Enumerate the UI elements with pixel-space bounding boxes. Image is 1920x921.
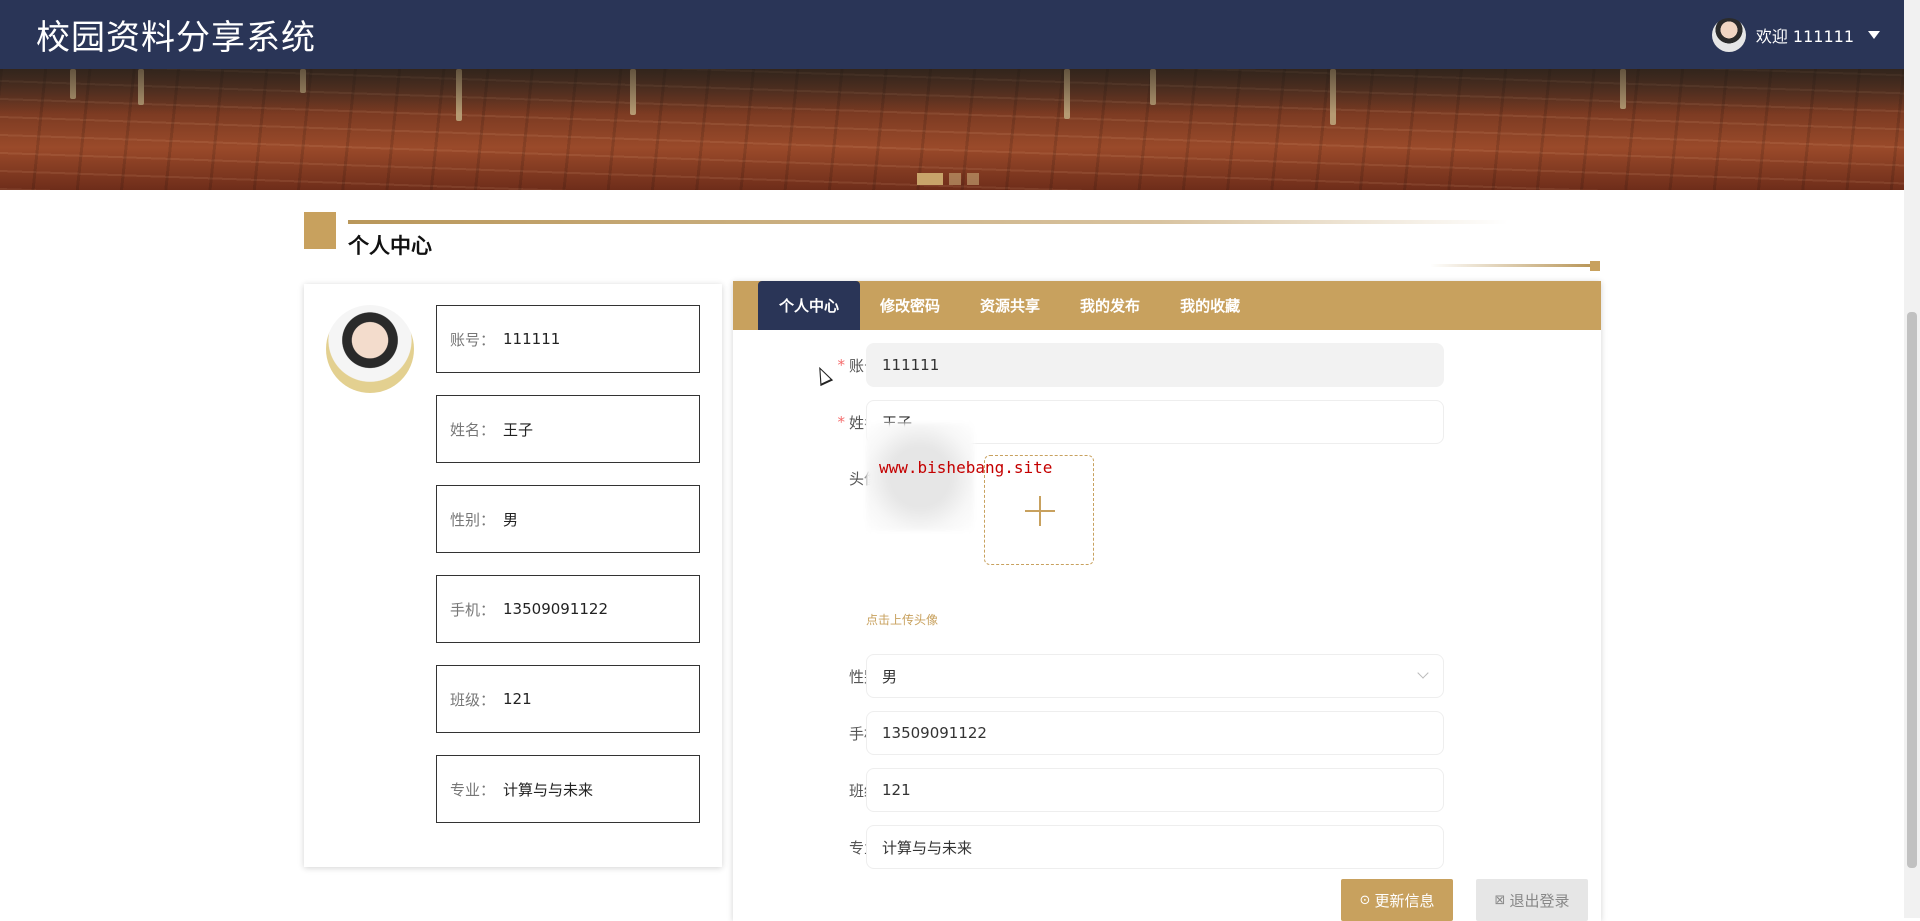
form-row-phone: 手机: [733, 711, 1601, 755]
page-title: 个人中心: [348, 234, 432, 258]
tab-profile[interactable]: 个人中心: [758, 281, 861, 330]
info-value: 13509091122: [503, 600, 608, 618]
carousel-indicators: [917, 173, 979, 185]
profile-info-account: 账号： 111111: [436, 305, 700, 373]
form-row-class: 班级: [733, 768, 1601, 812]
banner-decoration: [456, 69, 462, 121]
check-circle-icon: ⊙: [1359, 892, 1371, 908]
major-input[interactable]: [866, 825, 1444, 869]
class-input[interactable]: [866, 768, 1444, 812]
welcome-text: 欢迎 111111: [1755, 26, 1854, 46]
banner-decoration: [138, 69, 144, 105]
info-key: 账号：: [450, 330, 496, 349]
form-row-name: * 姓名: [733, 400, 1601, 444]
profile-avatar: [326, 305, 414, 393]
account-input[interactable]: [866, 343, 1444, 387]
avatar-preview: [866, 423, 974, 531]
user-avatar: [1711, 17, 1746, 52]
tab-change-password[interactable]: 修改密码: [860, 281, 960, 330]
plus-icon: [1039, 496, 1041, 526]
logout-button[interactable]: ⊠ 退出登录: [1476, 879, 1588, 921]
app-title: 校园资料分享系统: [36, 18, 316, 58]
heading-divider: [348, 220, 1508, 224]
page-scrollbar[interactable]: [1904, 0, 1920, 918]
profile-info-name: 姓名： 王子: [436, 395, 700, 463]
required-mark: *: [837, 356, 845, 374]
phone-input[interactable]: [866, 711, 1444, 755]
carousel-dot[interactable]: [967, 173, 979, 185]
heading-decoration: [1590, 261, 1600, 271]
tab-my-favorites[interactable]: 我的收藏: [1160, 281, 1260, 330]
carousel-dot[interactable]: [917, 173, 943, 185]
banner-carousel: [0, 69, 1904, 190]
scrollbar-thumb[interactable]: [1907, 312, 1917, 868]
carousel-dot[interactable]: [949, 173, 961, 185]
required-mark: *: [837, 413, 845, 431]
profile-info-phone: 手机： 13509091122: [436, 575, 700, 643]
profile-card: 账号： 111111 姓名： 王子 性别： 男 手机： 13509091122 …: [304, 284, 722, 867]
tab-resource-share[interactable]: 资源共享: [960, 281, 1060, 330]
banner-decoration: [1064, 69, 1070, 119]
profile-form-panel: 个人中心 修改密码 资源共享 我的发布 我的收藏 * 账号 * 姓名 头像 ww…: [733, 281, 1601, 921]
avatar-upload-button[interactable]: [984, 455, 1094, 565]
profile-info-class: 班级： 121: [436, 665, 700, 733]
tab-my-posts[interactable]: 我的发布: [1060, 281, 1160, 330]
gender-select[interactable]: [866, 654, 1444, 698]
banner-decoration: [1620, 69, 1626, 109]
banner-decoration: [1330, 69, 1336, 125]
user-menu[interactable]: 欢迎 111111: [1711, 17, 1880, 52]
update-info-button[interactable]: ⊙ 更新信息: [1341, 879, 1453, 921]
close-square-icon: ⊠: [1494, 892, 1506, 908]
heading-divider: [1430, 264, 1590, 267]
form-row-avatar: 头像: [733, 456, 1601, 500]
heading-decoration: [304, 212, 336, 249]
tab-bar: 个人中心 修改密码 资源共享 我的发布 我的收藏: [733, 281, 1601, 330]
banner-decoration: [300, 69, 306, 93]
banner-decoration: [630, 69, 636, 115]
info-value: 男: [503, 510, 519, 529]
profile-info-major: 专业： 计算与与未来: [436, 755, 700, 823]
info-value: 111111: [503, 330, 561, 348]
caret-down-icon: [1868, 30, 1880, 39]
form-row-account: * 账号: [733, 343, 1601, 387]
info-key: 专业：: [450, 780, 496, 799]
button-label: 退出登录: [1509, 891, 1570, 910]
form-row-major: 专业: [733, 825, 1601, 869]
info-key: 手机：: [450, 600, 496, 619]
upload-hint: 点击上传头像: [866, 613, 939, 627]
info-value: 计算与与未来: [503, 780, 594, 799]
info-key: 性别：: [450, 510, 496, 529]
profile-info-gender: 性别： 男: [436, 485, 700, 553]
info-value: 王子: [503, 420, 534, 439]
banner-decoration: [1150, 69, 1156, 105]
section-heading: 个人中心: [304, 212, 1600, 288]
info-key: 姓名：: [450, 420, 496, 439]
info-key: 班级：: [450, 690, 496, 709]
info-value: 121: [503, 690, 532, 708]
form-row-gender: 性别: [733, 654, 1601, 698]
banner-decoration: [70, 69, 76, 99]
top-header: 校园资料分享系统 欢迎 111111: [0, 0, 1904, 69]
button-label: 更新信息: [1374, 891, 1435, 910]
